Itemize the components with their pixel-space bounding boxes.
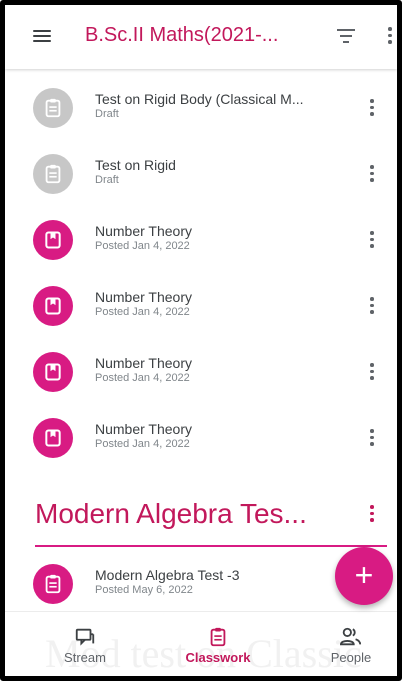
material-icon (33, 286, 73, 326)
list-item[interactable]: Number Theory Posted Jan 4, 2022 (5, 209, 397, 275)
item-title: Test on Rigid Body (Classical M... (95, 91, 304, 107)
tab-label: People (330, 650, 372, 665)
item-title: Test on Rigid (95, 157, 176, 173)
tab-classwork[interactable]: Classwork (178, 624, 258, 672)
more-vert-icon[interactable] (367, 363, 377, 381)
list-item[interactable]: Number Theory Posted Jan 4, 2022 (5, 407, 397, 473)
item-status: Posted Jan 4, 2022 (95, 240, 190, 252)
item-title: Number Theory (95, 223, 193, 239)
tab-label: Classwork (185, 650, 251, 665)
material-icon (33, 352, 73, 392)
item-status: Posted Jan 4, 2022 (95, 306, 190, 318)
list-item[interactable]: Test on Rigid Draft (5, 143, 397, 209)
bottom-nav: Mod test on Classic Stream Classwork Peo… (5, 611, 397, 676)
add-button[interactable]: + (335, 547, 393, 605)
item-status: Posted May 6, 2022 (95, 584, 193, 596)
assignment-icon (33, 564, 73, 604)
more-vert-icon[interactable] (367, 165, 377, 183)
item-title: Number Theory (95, 289, 193, 305)
topic-title: Modern Algebra Tes... (35, 498, 307, 529)
list-item[interactable]: Number Theory Posted Jan 4, 2022 (5, 275, 397, 341)
page-title: B.Sc.II Maths(2021-... (85, 24, 279, 46)
more-vert-icon[interactable] (367, 99, 377, 117)
filter-icon[interactable] (336, 29, 356, 45)
more-vert-icon[interactable] (385, 27, 395, 49)
menu-icon[interactable] (33, 27, 57, 47)
assignment-icon (33, 154, 73, 194)
more-vert-icon[interactable] (367, 505, 377, 523)
tab-label: Stream (64, 650, 106, 665)
item-status: Draft (95, 174, 119, 186)
item-status: Draft (95, 108, 119, 120)
topic-divider (35, 545, 387, 547)
material-icon (33, 220, 73, 260)
more-vert-icon[interactable] (367, 231, 377, 249)
app-frame: B.Sc.II Maths(2021-... Test on Rigid Bod… (0, 0, 402, 681)
item-title: Modern Algebra Test -3 (95, 567, 240, 583)
tab-stream[interactable]: Stream (45, 624, 125, 672)
item-title: Number Theory (95, 421, 193, 437)
classwork-icon (207, 626, 229, 653)
app-bar: B.Sc.II Maths(2021-... (5, 5, 397, 69)
assignment-icon (33, 88, 73, 128)
stream-icon (74, 626, 96, 653)
item-status: Posted Jan 4, 2022 (95, 438, 190, 450)
item-status: Posted Jan 4, 2022 (95, 372, 190, 384)
list-item[interactable]: Test on Rigid Body (Classical M... Draft (5, 77, 397, 143)
people-icon (339, 626, 363, 653)
list-item[interactable]: Number Theory Posted Jan 4, 2022 (5, 341, 397, 407)
item-title: Number Theory (95, 355, 193, 371)
material-icon (33, 418, 73, 458)
more-vert-icon[interactable] (367, 297, 377, 315)
more-vert-icon[interactable] (367, 429, 377, 447)
tab-people[interactable]: People (311, 624, 391, 672)
